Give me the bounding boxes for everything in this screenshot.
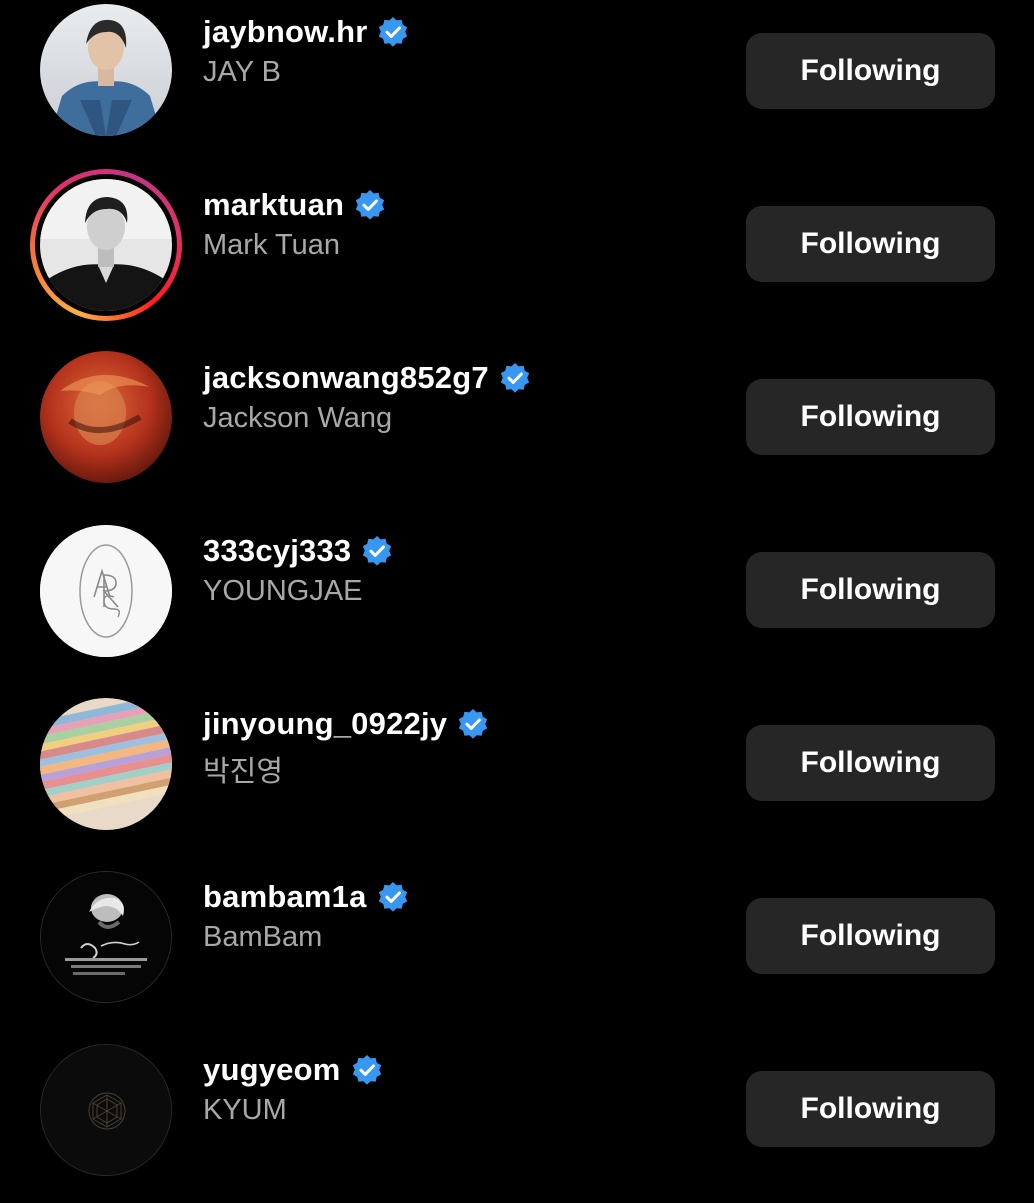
list-item[interactable]: bambam1a BamBam Following (0, 857, 1034, 1030)
geometric-emblem-icon (41, 1045, 171, 1175)
avatar[interactable] (40, 871, 172, 1003)
username-line: 333cyj333 (203, 531, 393, 571)
list-item[interactable]: jinyoung_0922jy 박진영 Following (0, 684, 1034, 857)
verified-badge-icon (377, 16, 409, 48)
account-text: 333cyj333 YOUNGJAE (203, 531, 393, 608)
following-button[interactable]: Following (746, 206, 995, 282)
following-button[interactable]: Following (746, 725, 995, 801)
verified-badge-icon (354, 189, 386, 221)
username-line: jaybnow.hr (203, 12, 409, 52)
full-name: BamBam (203, 921, 323, 953)
verified-badge-icon (361, 535, 393, 567)
profile-photo (40, 871, 172, 1003)
list-item[interactable]: jacksonwang852g7 Jackson Wang Following (0, 338, 1034, 511)
username[interactable]: bambam1a (203, 879, 367, 915)
username-line: marktuan (203, 185, 386, 225)
profile-photo (40, 1044, 172, 1176)
account-text: yugyeom KYUM (203, 1050, 383, 1127)
list-item[interactable]: jaybnow.hr JAY B Following (0, 0, 1034, 165)
following-list: jaybnow.hr JAY B Following marktuan Mark… (0, 0, 1034, 1200)
username-line: bambam1a (203, 877, 409, 917)
list-item[interactable]: 333cyj333 YOUNGJAE Following (0, 511, 1034, 684)
avatar[interactable] (40, 1044, 172, 1176)
verified-badge-icon (377, 881, 409, 913)
account-text: bambam1a BamBam (203, 877, 409, 954)
account-text: jacksonwang852g7 Jackson Wang (203, 358, 531, 435)
username[interactable]: jacksonwang852g7 (203, 360, 489, 396)
following-button[interactable]: Following (746, 379, 995, 455)
full-name: KYUM (203, 1094, 287, 1126)
full-name: YOUNGJAE (203, 575, 363, 607)
avatar[interactable] (40, 525, 172, 657)
profile-photo (40, 525, 172, 657)
list-item[interactable]: yugyeom KYUM Following (0, 1030, 1034, 1203)
username[interactable]: jaybnow.hr (203, 14, 367, 50)
profile-photo (40, 4, 172, 136)
account-text: jinyoung_0922jy 박진영 (203, 704, 489, 790)
account-text: marktuan Mark Tuan (203, 185, 386, 262)
verified-badge-icon (351, 1054, 383, 1086)
following-button[interactable]: Following (746, 552, 995, 628)
verified-badge-icon (499, 362, 531, 394)
username-line: jinyoung_0922jy (203, 704, 489, 744)
full-name: Jackson Wang (203, 402, 393, 434)
username[interactable]: jinyoung_0922jy (203, 706, 447, 742)
username-line: jacksonwang852g7 (203, 358, 531, 398)
profile-photo (40, 351, 172, 483)
ars-monogram-icon (40, 525, 172, 657)
username[interactable]: 333cyj333 (203, 533, 351, 569)
account-text: jaybnow.hr JAY B (203, 12, 409, 89)
full-name: JAY B (203, 56, 281, 88)
avatar[interactable] (40, 4, 172, 136)
profile-photo (40, 179, 172, 311)
username[interactable]: yugyeom (203, 1052, 341, 1088)
full-name: 박진영 (203, 756, 284, 788)
avatar[interactable] (40, 698, 172, 830)
profile-photo (40, 698, 172, 830)
avatar[interactable] (30, 169, 182, 321)
username-line: yugyeom (203, 1050, 383, 1090)
following-button[interactable]: Following (746, 898, 995, 974)
verified-badge-icon (457, 708, 489, 740)
following-button[interactable]: Following (746, 33, 995, 109)
list-item[interactable]: marktuan Mark Tuan Following (0, 165, 1034, 338)
full-name: Mark Tuan (203, 229, 340, 261)
following-button[interactable]: Following (746, 1071, 995, 1147)
username[interactable]: marktuan (203, 187, 344, 223)
avatar[interactable] (40, 351, 172, 483)
